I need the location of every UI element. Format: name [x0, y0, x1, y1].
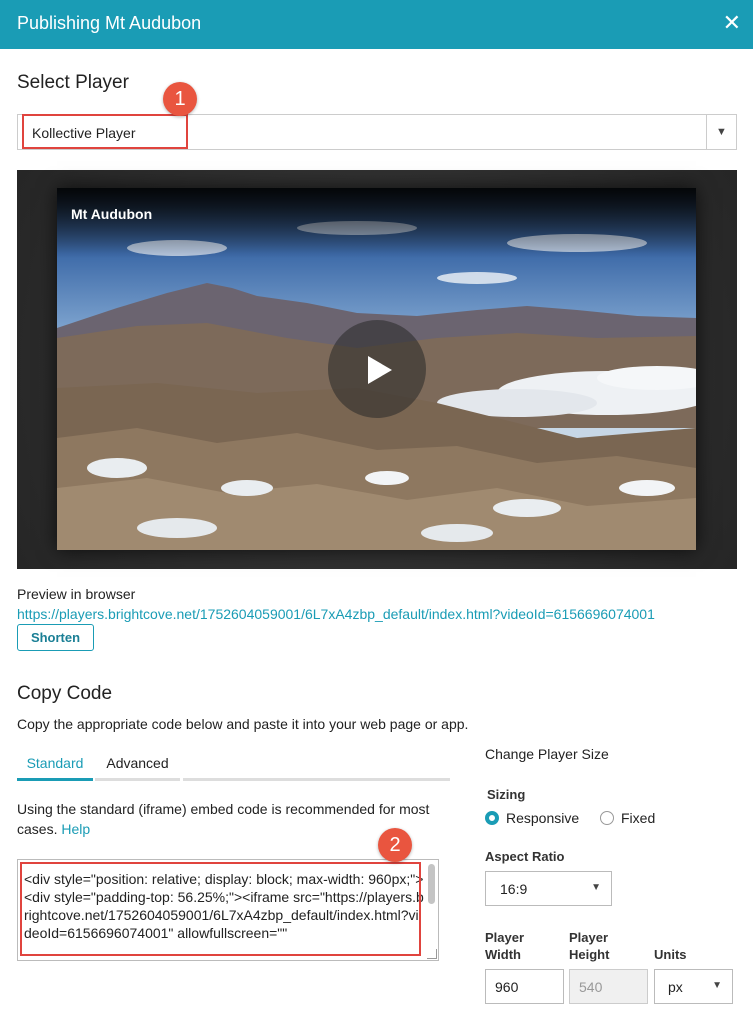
- player-height-label: Player Height: [569, 930, 610, 962]
- dialog-header: Publishing Mt Audubon ✕: [0, 0, 753, 49]
- copy-code-description: Copy the appropriate code below and past…: [17, 716, 469, 732]
- chevron-down-icon: ▼: [712, 980, 722, 991]
- player-width-input[interactable]: 960: [485, 969, 564, 1004]
- play-button[interactable]: [328, 320, 426, 418]
- radio-responsive[interactable]: [485, 811, 499, 825]
- resize-handle-icon[interactable]: [427, 949, 437, 959]
- tab-standard[interactable]: Standard: [17, 751, 93, 781]
- video-title-overlay: Mt Audubon: [71, 206, 153, 222]
- embed-tabs: Standard Advanced: [17, 751, 450, 781]
- chevron-down-icon: ▼: [591, 882, 601, 893]
- radio-fixed-label[interactable]: Fixed: [621, 810, 655, 826]
- tab-advanced[interactable]: Advanced: [95, 751, 180, 781]
- select-player-heading: Select Player: [17, 72, 129, 93]
- radio-responsive-label[interactable]: Responsive: [506, 810, 579, 826]
- callout-badge-2: 2: [378, 828, 412, 862]
- aspect-ratio-select[interactable]: 16:9 ▼: [485, 871, 612, 906]
- dialog-title: Publishing Mt Audubon: [17, 13, 202, 33]
- callout-highlight-code: [20, 862, 421, 956]
- units-select[interactable]: px ▼: [654, 969, 733, 1004]
- preview-url-link[interactable]: https://players.brightcove.net/175260405…: [17, 606, 655, 622]
- tab-underline: [183, 778, 450, 781]
- radio-fixed[interactable]: [600, 811, 614, 825]
- player-width-label: Player Width: [485, 930, 525, 962]
- callout-highlight-player: [22, 114, 188, 149]
- chevron-down-icon[interactable]: ▼: [706, 115, 736, 149]
- close-icon[interactable]: ✕: [723, 10, 741, 36]
- aspect-ratio-label: Aspect Ratio: [485, 849, 565, 864]
- aspect-ratio-value: 16:9: [500, 881, 528, 897]
- copy-code-heading: Copy Code: [17, 683, 113, 704]
- player-height-input: 540: [569, 969, 648, 1004]
- units-value: px: [668, 979, 683, 995]
- change-player-size-heading: Change Player Size: [485, 746, 609, 762]
- callout-badge-1: 1: [163, 82, 197, 116]
- shorten-button[interactable]: Shorten: [17, 624, 94, 651]
- sizing-label: Sizing: [487, 787, 526, 802]
- preview-in-browser-label: Preview in browser: [17, 586, 136, 602]
- play-icon: [368, 356, 392, 384]
- help-link[interactable]: Help: [61, 821, 90, 837]
- units-label: Units: [654, 947, 687, 962]
- video-preview[interactable]: Mt Audubon: [57, 188, 696, 550]
- textarea-scrollbar[interactable]: [428, 864, 435, 904]
